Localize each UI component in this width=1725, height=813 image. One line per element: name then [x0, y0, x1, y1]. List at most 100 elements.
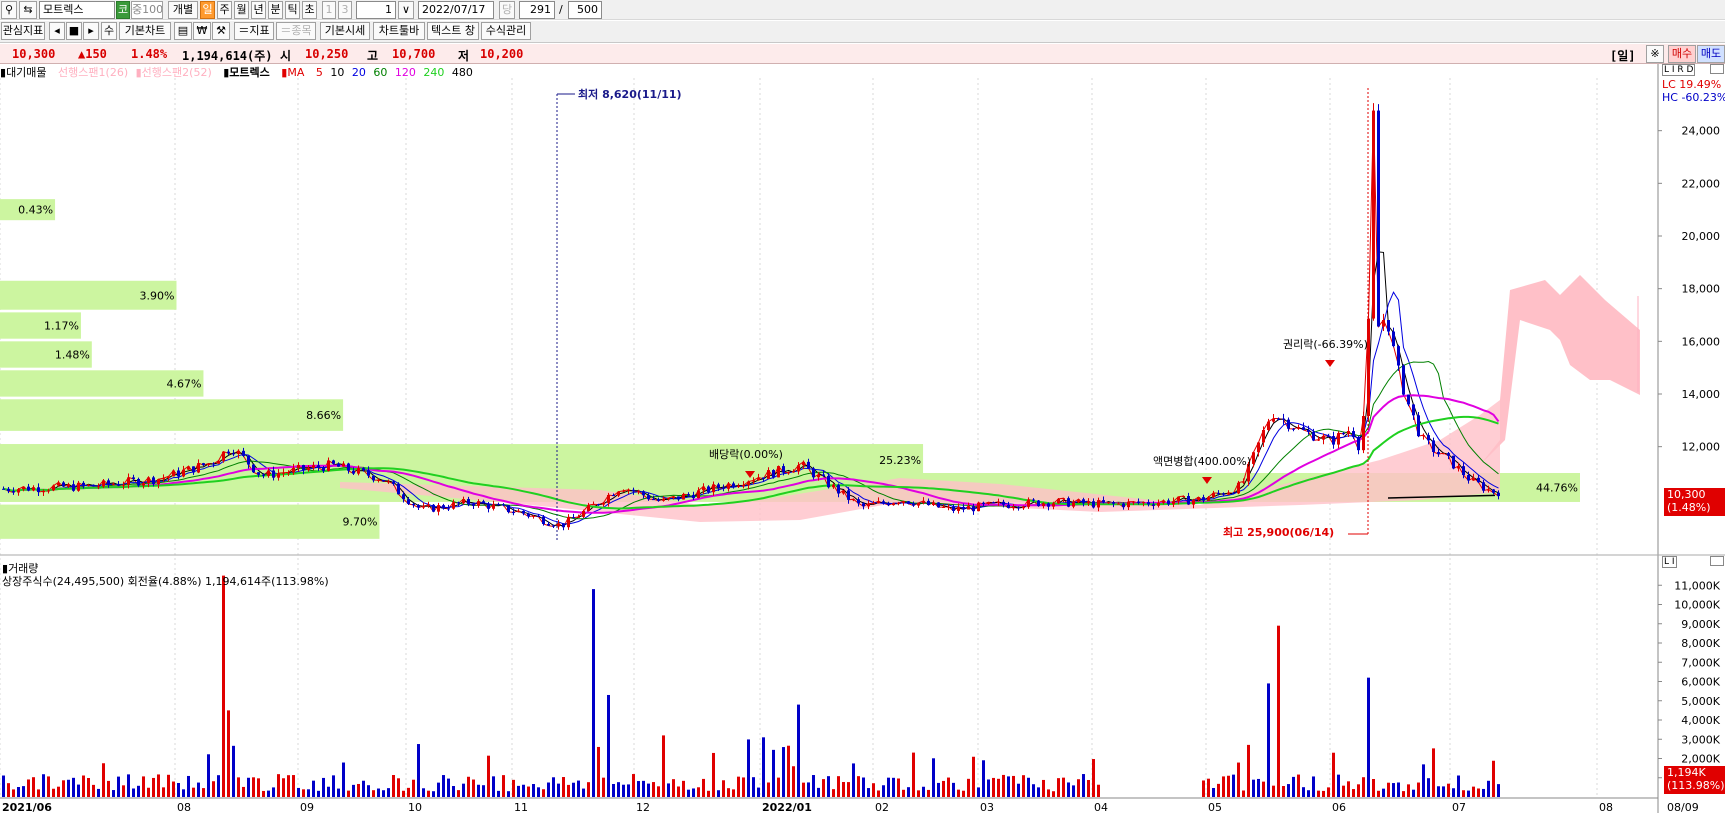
volume-tick-label: 10,000K: [1674, 599, 1720, 612]
candle-body: [237, 450, 240, 455]
candle-body: [1222, 493, 1225, 495]
candle-body: [817, 474, 820, 478]
candle-body: [992, 502, 995, 504]
volume-bar: [827, 776, 830, 797]
volume-bar: [987, 779, 990, 797]
volume-bar: [202, 788, 205, 797]
x-tick-label: 08: [177, 801, 191, 813]
volume-bar: [1202, 780, 1205, 797]
volume-bar: [1367, 677, 1370, 797]
volume-bar: [377, 788, 380, 797]
price-axis-menu-icon[interactable]: [1710, 64, 1724, 74]
dividend-annotation: 배당락(0.00%): [709, 448, 783, 461]
candle-body: [947, 506, 950, 508]
volume-bar: [1447, 783, 1450, 797]
volume-bar: [337, 788, 340, 797]
candle-body: [377, 479, 380, 481]
volume-bar: [632, 774, 635, 797]
x-tick-label: 05: [1208, 801, 1222, 813]
volume-bar: [557, 783, 560, 797]
candle-body: [1002, 501, 1005, 505]
volume-bar: [272, 787, 275, 797]
candle-body: [1282, 418, 1285, 420]
volume-bar: [717, 790, 720, 797]
candle-body: [322, 467, 325, 471]
candle-body: [302, 465, 305, 470]
candle-body: [622, 490, 625, 492]
candle-body: [1257, 442, 1260, 453]
candle-body: [42, 491, 45, 493]
candle-body: [392, 481, 395, 484]
volume-bar: [1377, 790, 1380, 797]
candle-body: [677, 496, 680, 500]
candle-body: [737, 485, 740, 488]
candle-body: [297, 465, 300, 468]
candle-body: [887, 503, 890, 506]
volume-bar: [382, 790, 385, 797]
volume-bar: [1027, 777, 1030, 797]
volume-bar: [857, 776, 860, 797]
volume-bar: [512, 779, 515, 797]
candle-body: [62, 482, 65, 487]
candle-body: [1317, 439, 1320, 441]
cloud-upper: [1480, 275, 1640, 465]
volume-bar: [1482, 788, 1485, 797]
candle-body: [127, 477, 130, 485]
volume-bar: [1312, 776, 1315, 797]
volume-bar: [722, 780, 725, 797]
volume-bar: [1237, 762, 1240, 797]
volume-bar: [172, 781, 175, 797]
candle-body: [1497, 492, 1500, 497]
volume-bar: [732, 789, 735, 797]
volume-bar: [1077, 779, 1080, 797]
volume-axis-toggle[interactable]: L I: [1662, 556, 1677, 568]
candle-body: [927, 500, 930, 506]
candle-body: [447, 508, 450, 510]
volume-bar: [1422, 764, 1425, 797]
candle-body: [627, 489, 630, 491]
candle-body: [1392, 331, 1395, 347]
volume-bar: [397, 778, 400, 797]
candle-body: [727, 483, 730, 489]
candle-body: [337, 463, 340, 467]
candle-body: [597, 504, 600, 506]
volume-tick-label: 2,000K: [1681, 753, 1720, 766]
volume-bar: [37, 789, 40, 797]
volume-bar: [1412, 789, 1415, 797]
candle-body: [1307, 429, 1310, 432]
volume-bar: [187, 775, 190, 797]
volume-bar: [782, 747, 785, 797]
candle-body: [327, 460, 330, 471]
volume-bar: [1487, 780, 1490, 797]
volume-bar: [247, 777, 250, 797]
candle-body: [1462, 466, 1465, 476]
candle-body: [1127, 501, 1130, 508]
candle-body: [67, 484, 70, 487]
candle-body: [307, 467, 310, 470]
volume-bar: [517, 785, 520, 797]
candle-body: [832, 484, 835, 488]
volume-bar: [867, 788, 870, 797]
volume-bar: [787, 745, 790, 797]
candle-body: [1132, 501, 1135, 503]
candle-body: [722, 487, 725, 489]
candle-body: [502, 504, 505, 506]
supply-zone-label: 1.48%: [55, 349, 90, 362]
volume-bar: [967, 778, 970, 797]
candle-body: [572, 517, 575, 519]
candle-body: [842, 490, 845, 494]
volume-bar: [142, 776, 145, 797]
candle-body: [1427, 435, 1430, 441]
candle-body: [372, 475, 375, 481]
volume-bar: [562, 777, 565, 797]
candle-body: [1012, 507, 1015, 509]
volume-bar: [372, 790, 375, 797]
candle-body: [667, 498, 670, 500]
candle-body: [792, 471, 795, 473]
volume-bar: [122, 785, 125, 797]
volume-bar: [1042, 779, 1045, 797]
candle-body: [1412, 404, 1415, 416]
volume-axis-menu-icon[interactable]: [1710, 556, 1724, 566]
price-axis-toggle[interactable]: L I R D: [1662, 64, 1696, 76]
candle-body: [892, 503, 895, 506]
